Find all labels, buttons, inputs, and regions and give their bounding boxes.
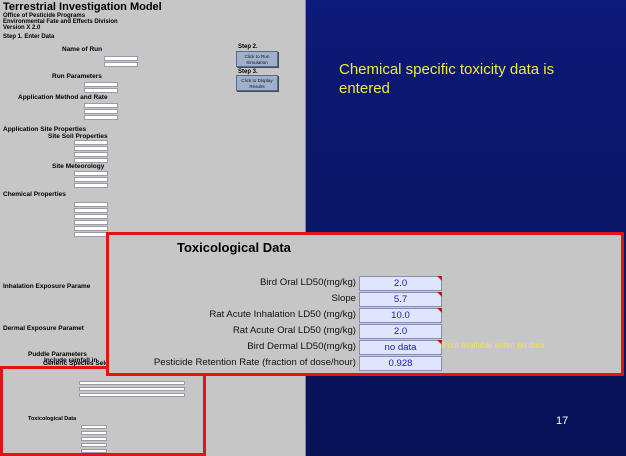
sheet-row [0,56,160,61]
inset-row [79,393,185,397]
section-dermal: Dermal Exposure Paramet [3,325,84,332]
tox-label: Slope [331,293,356,304]
slide-caption: Chemical specific toxicity data is enter… [339,61,555,97]
sheet-cell[interactable] [84,82,118,87]
tox-label: Rat Acute Inhalation LD50 (mg/kg) [209,309,356,320]
sheet-row [0,214,130,219]
tox-value-cell[interactable]: 2.0 [359,324,442,339]
tox-label: Bird Oral LD50(mg/kg) [260,277,356,288]
sheet-version: Version X 2.0 [3,25,41,31]
tox-value-cell[interactable]: 0.928 [359,356,442,371]
sheet-cell[interactable] [74,152,108,157]
sheet-cell[interactable] [84,103,118,108]
run-simulation-button[interactable]: Click to Run Simulation [236,51,278,67]
inset-row [79,387,185,391]
section-name-of-run: Name of Run [62,46,103,53]
section-chemical-properties: Chemical Properties [3,191,66,198]
tox-row-rat-oral: Rat Acute Oral LD50 (mg/kg) 2.0 [109,324,621,339]
section-application-method: Application Method and Rate [18,94,108,101]
sheet-row [0,109,140,114]
display-results-button[interactable]: Click to Display Results [236,75,278,91]
tox-value-cell[interactable]: no data [359,340,442,355]
tox-row-bird-dermal: Bird Dermal LD50(mg/kg) no data [109,340,621,355]
sheet-row [0,62,160,67]
inset-row [79,381,185,385]
inset-cell [81,425,107,429]
sheet-cell[interactable] [84,109,118,114]
sheet-cell[interactable] [74,220,108,225]
section-run-parameters: Run Parameters [52,73,102,80]
sheet-cell[interactable] [104,56,138,61]
sheet-cell[interactable] [74,177,108,182]
sheet-row [0,177,130,182]
tox-value-cell[interactable]: 10.0 [359,308,442,323]
sheet-cell[interactable] [84,88,118,93]
tox-row-rat-inhalation: Rat Acute Inhalation LD50 (mg/kg) 10.0 [109,308,621,323]
sheet-row [0,220,130,225]
sheet-row [0,115,140,120]
inset-title: Toxicological Data [28,416,77,422]
section-site-soil: Site Soil Properties [48,133,108,140]
sheet-row [0,103,140,108]
step1-label: Step 1. Enter Data [3,34,55,40]
inset-cell [81,437,107,441]
sheet-cell[interactable] [74,146,108,151]
sheet-cell[interactable] [74,140,108,145]
sheet-cell[interactable] [74,226,108,231]
tox-label: Rat Acute Oral LD50 (mg/kg) [232,325,356,336]
tox-row-slope: Slope 5.7 [109,292,621,307]
toxicological-data-callout: Toxicological Data Bird Oral LD50(mg/kg)… [106,232,624,376]
sheet-row [0,183,130,188]
sheet-cell[interactable] [74,183,108,188]
sheet-cell[interactable] [74,202,108,207]
sheet-title: Terrestrial Investigation Model [3,1,162,13]
sheet-cell[interactable] [104,62,138,67]
sheet-cell[interactable] [74,208,108,213]
tox-label: Pesticide Retention Rate (fraction of do… [153,357,356,368]
sheet-row [0,88,140,93]
sheet-cell[interactable] [74,214,108,219]
sheet-row [0,202,130,207]
callout-title: Toxicological Data [177,240,291,255]
sheet-row [0,171,130,176]
sheet-cell[interactable] [74,171,108,176]
sheet-row [0,82,140,87]
sheet-row [0,208,130,213]
tox-value-cell[interactable]: 2.0 [359,276,442,291]
step2-label: Step 2. [238,44,258,50]
sheet-cell[interactable] [74,232,108,237]
sheet-row [0,226,130,231]
no-data-note: If not available enter: no data [441,341,545,350]
section-site-meteorology: Site Meteorology [52,163,105,170]
tox-row-bird-oral: Bird Oral LD50(mg/kg) 2.0 [109,276,621,291]
tox-label: Bird Dermal LD50(mg/kg) [247,341,356,352]
sheet-row [0,140,130,145]
section-application-site: Application Site Properties [3,126,87,133]
section-inhalation: Inhalation Exposure Parame [3,283,91,290]
toxicology-inset: Generic Species Selection Toxicological … [0,360,206,456]
inset-cell [81,443,107,447]
sheet-row [0,146,130,151]
tox-value-cell[interactable]: 5.7 [359,292,442,307]
sheet-cell[interactable] [84,115,118,120]
tox-row-retention-rate: Pesticide Retention Rate (fraction of do… [109,356,621,371]
page-number: 17 [556,415,569,427]
inset-cell [81,449,107,453]
inset-cell [81,431,107,435]
sheet-row [0,152,130,157]
